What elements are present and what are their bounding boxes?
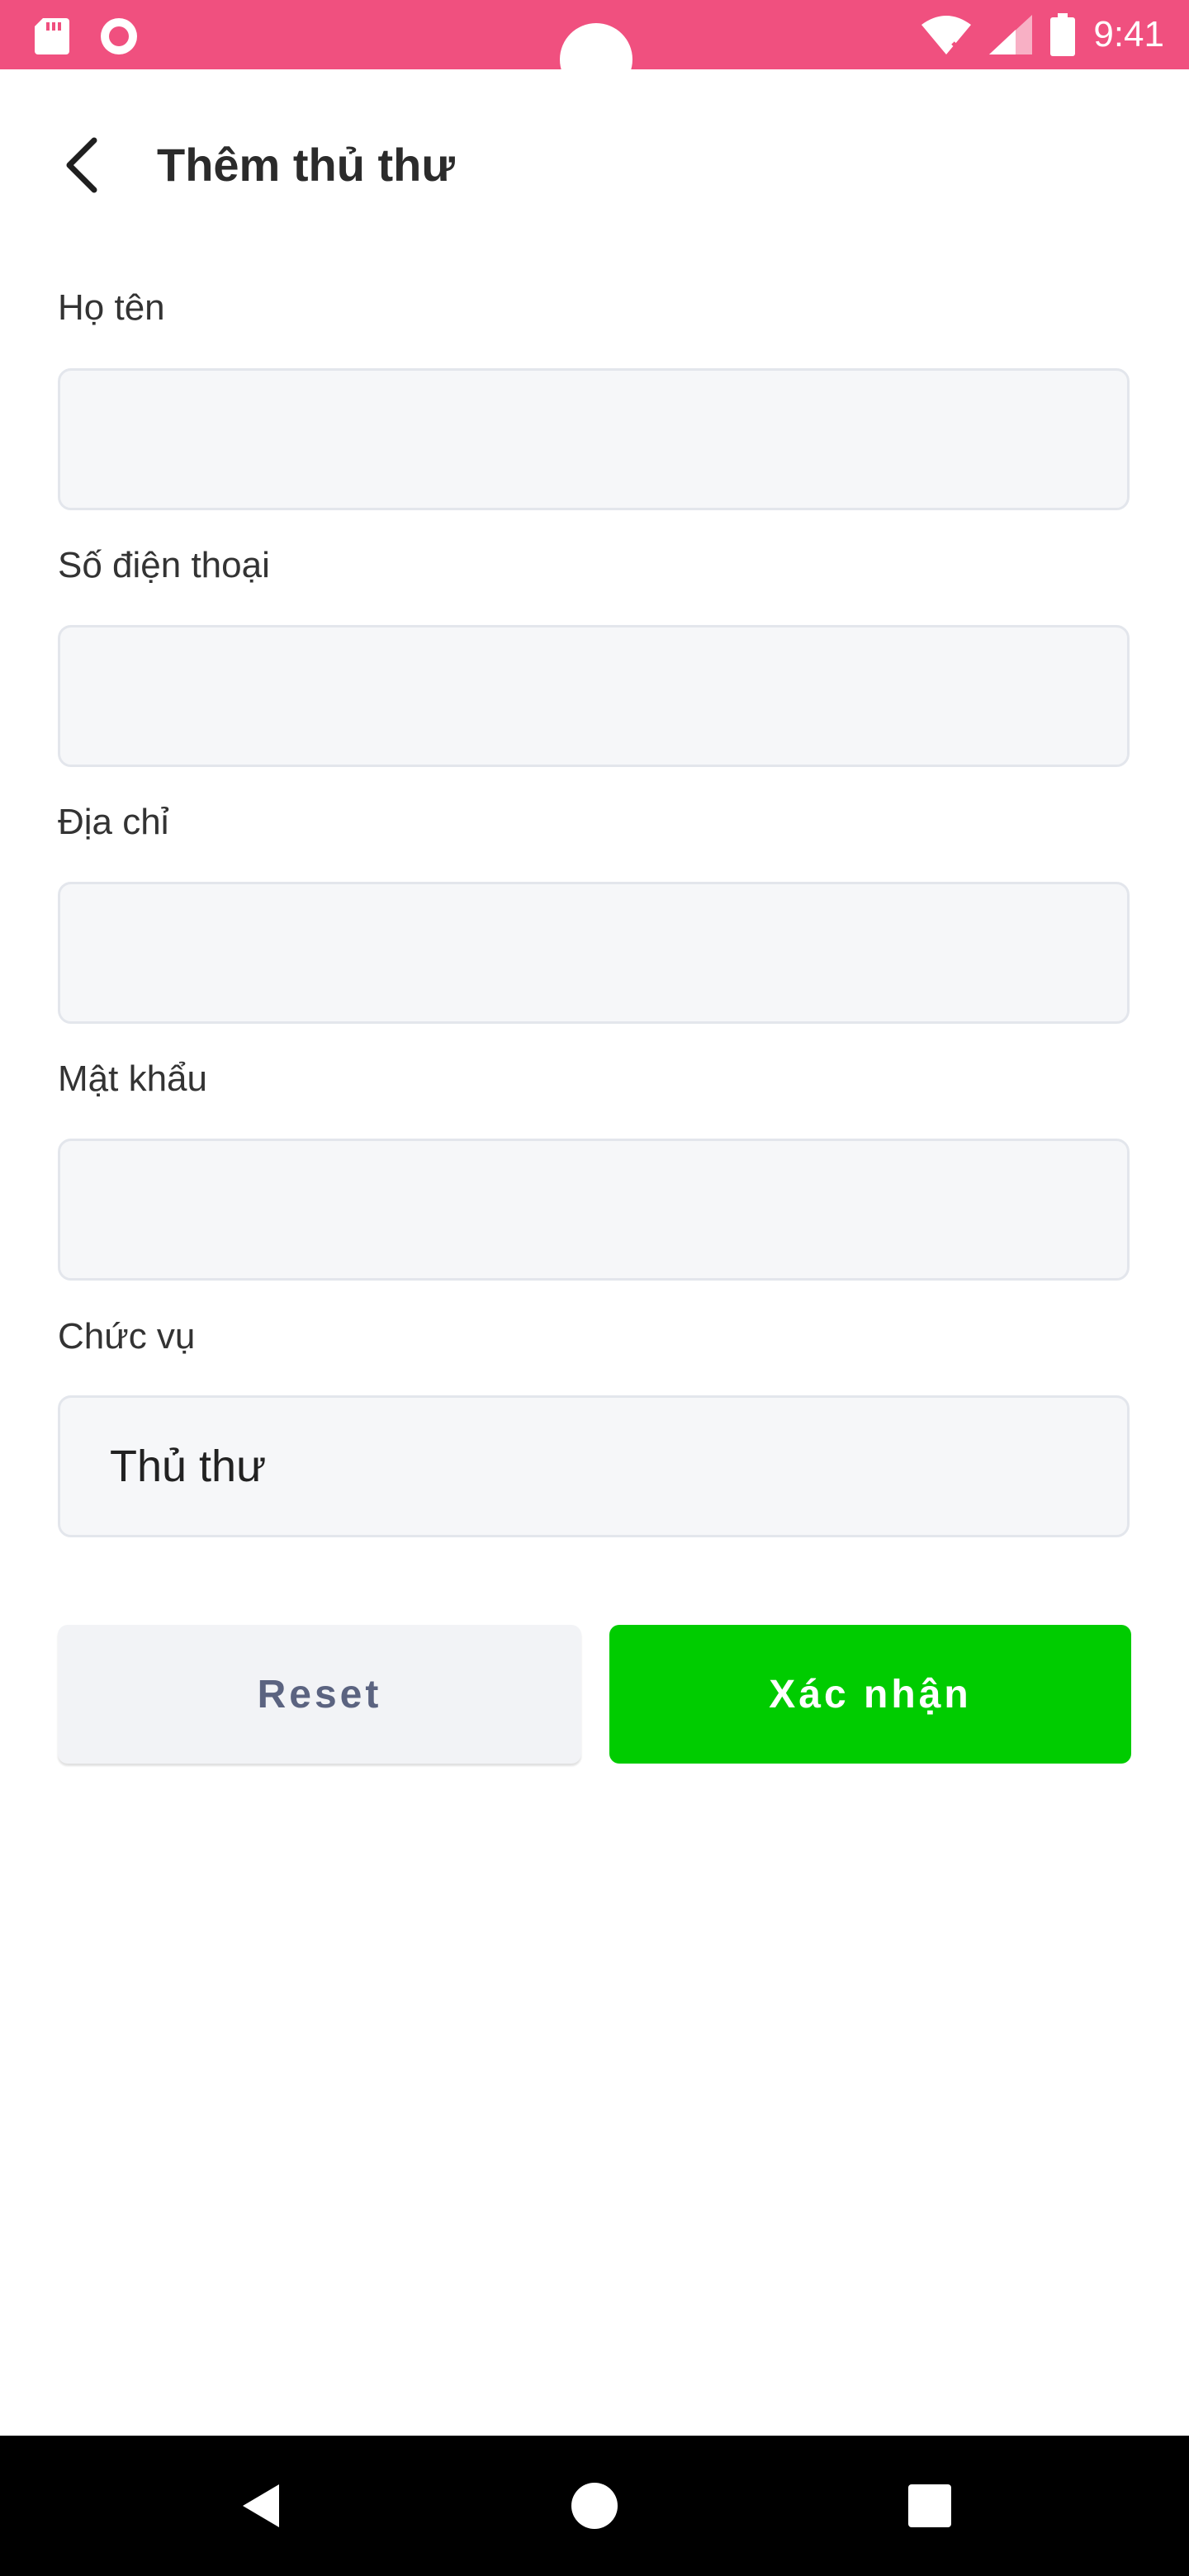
wifi-icon <box>921 16 972 54</box>
phone-input[interactable] <box>58 625 1130 767</box>
address-input[interactable] <box>58 882 1130 1024</box>
arrow-back-icon <box>66 137 97 193</box>
password-label: Mật khẩu <box>58 1058 207 1099</box>
password-input[interactable] <box>58 1139 1130 1281</box>
full-name-label: Họ tên <box>58 287 165 328</box>
full-name-input[interactable] <box>58 368 1130 510</box>
nav-recents-icon <box>908 2484 951 2527</box>
signal-icon <box>989 15 1033 54</box>
nav-home-button[interactable] <box>553 2465 636 2547</box>
sd-card-icon <box>35 18 69 54</box>
nav-home-icon <box>571 2483 618 2529</box>
phone-label: Số điện thoại <box>58 545 270 585</box>
record-icon <box>101 18 137 54</box>
nav-recents-button[interactable] <box>888 2465 971 2547</box>
back-button[interactable] <box>46 130 116 200</box>
app-bar: Thêm thủ thư <box>0 99 1189 231</box>
camera-cutout <box>560 23 632 96</box>
reset-button[interactable]: Reset <box>58 1625 581 1764</box>
confirm-button[interactable]: Xác nhận <box>609 1625 1131 1764</box>
status-icons: 9:41 <box>921 8 1164 61</box>
address-label: Địa chỉ <box>58 802 169 842</box>
nav-back-button[interactable] <box>220 2465 302 2547</box>
nav-back-icon <box>243 2484 279 2527</box>
system-nav-bar <box>0 2436 1189 2576</box>
battery-icon <box>1050 13 1076 56</box>
status-time: 9:41 <box>1093 14 1164 54</box>
position-input[interactable] <box>58 1395 1130 1537</box>
page-title: Thêm thủ thư <box>157 139 455 191</box>
position-label: Chức vụ <box>58 1316 196 1357</box>
